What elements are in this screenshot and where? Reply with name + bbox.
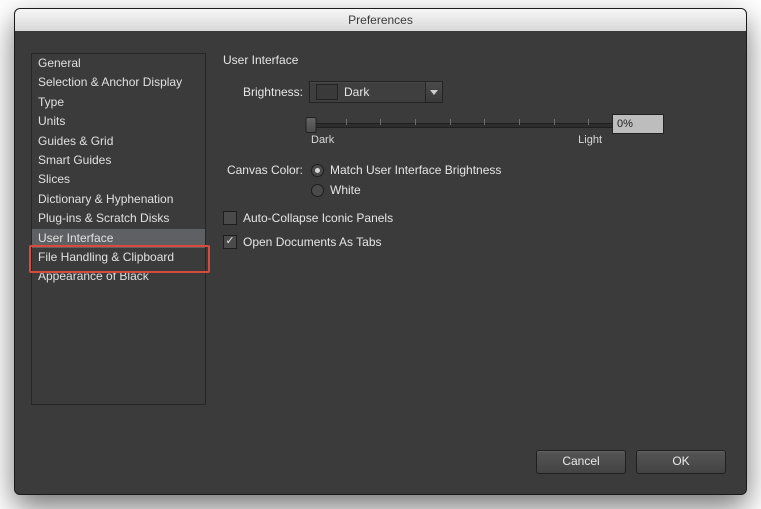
window-title: Preferences [15,9,746,32]
auto-collapse-checkbox[interactable] [223,211,237,225]
brightness-percent-field[interactable]: 0% [612,114,664,134]
sidebar-item-slices[interactable]: Slices [32,170,205,189]
slider-max-label: Light [578,134,602,146]
canvas-radio-white[interactable] [311,184,324,197]
open-as-tabs-label[interactable]: Open Documents As Tabs [243,235,382,249]
cancel-button[interactable]: Cancel [536,450,626,474]
panel-title: User Interface [223,53,298,67]
sidebar-item-general[interactable]: General [32,54,205,73]
sidebar-item-file-handling-clipboard[interactable]: File Handling & Clipboard [32,248,205,267]
ok-button[interactable]: OK [636,450,726,474]
category-sidebar: General Selection & Anchor Display Type … [31,53,206,405]
sidebar-item-units[interactable]: Units [32,112,205,131]
sidebar-item-selection-anchor[interactable]: Selection & Anchor Display [32,73,205,92]
canvas-radio-match[interactable] [311,164,324,177]
chevron-down-icon [425,82,442,102]
sidebar-item-guides-grid[interactable]: Guides & Grid [32,132,205,151]
brightness-select[interactable]: Dark [309,81,443,103]
sidebar-item-type[interactable]: Type [32,93,205,112]
slider-thumb[interactable] [306,117,317,133]
open-as-tabs-checkbox[interactable] [223,235,237,249]
brightness-slider[interactable] [311,117,626,131]
sidebar-item-dictionary-hyphenation[interactable]: Dictionary & Hyphenation [32,190,205,209]
brightness-label: Brightness: [223,85,303,99]
brightness-swatch [316,84,338,100]
sidebar-item-smart-guides[interactable]: Smart Guides [32,151,205,170]
canvas-option-match[interactable]: Match User Interface Brightness [330,163,501,177]
brightness-value: Dark [344,85,425,99]
preferences-window: Preferences General Selection & Anchor D… [14,8,747,495]
auto-collapse-label[interactable]: Auto-Collapse Iconic Panels [243,211,393,225]
canvas-option-white[interactable]: White [330,183,361,197]
sidebar-item-user-interface[interactable]: User Interface [32,229,205,248]
sidebar-item-appearance-black[interactable]: Appearance of Black [32,267,205,286]
canvas-color-label: Canvas Color: [223,163,303,177]
slider-min-label: Dark [311,134,334,146]
sidebar-item-plugins-scratch[interactable]: Plug-ins & Scratch Disks [32,209,205,228]
